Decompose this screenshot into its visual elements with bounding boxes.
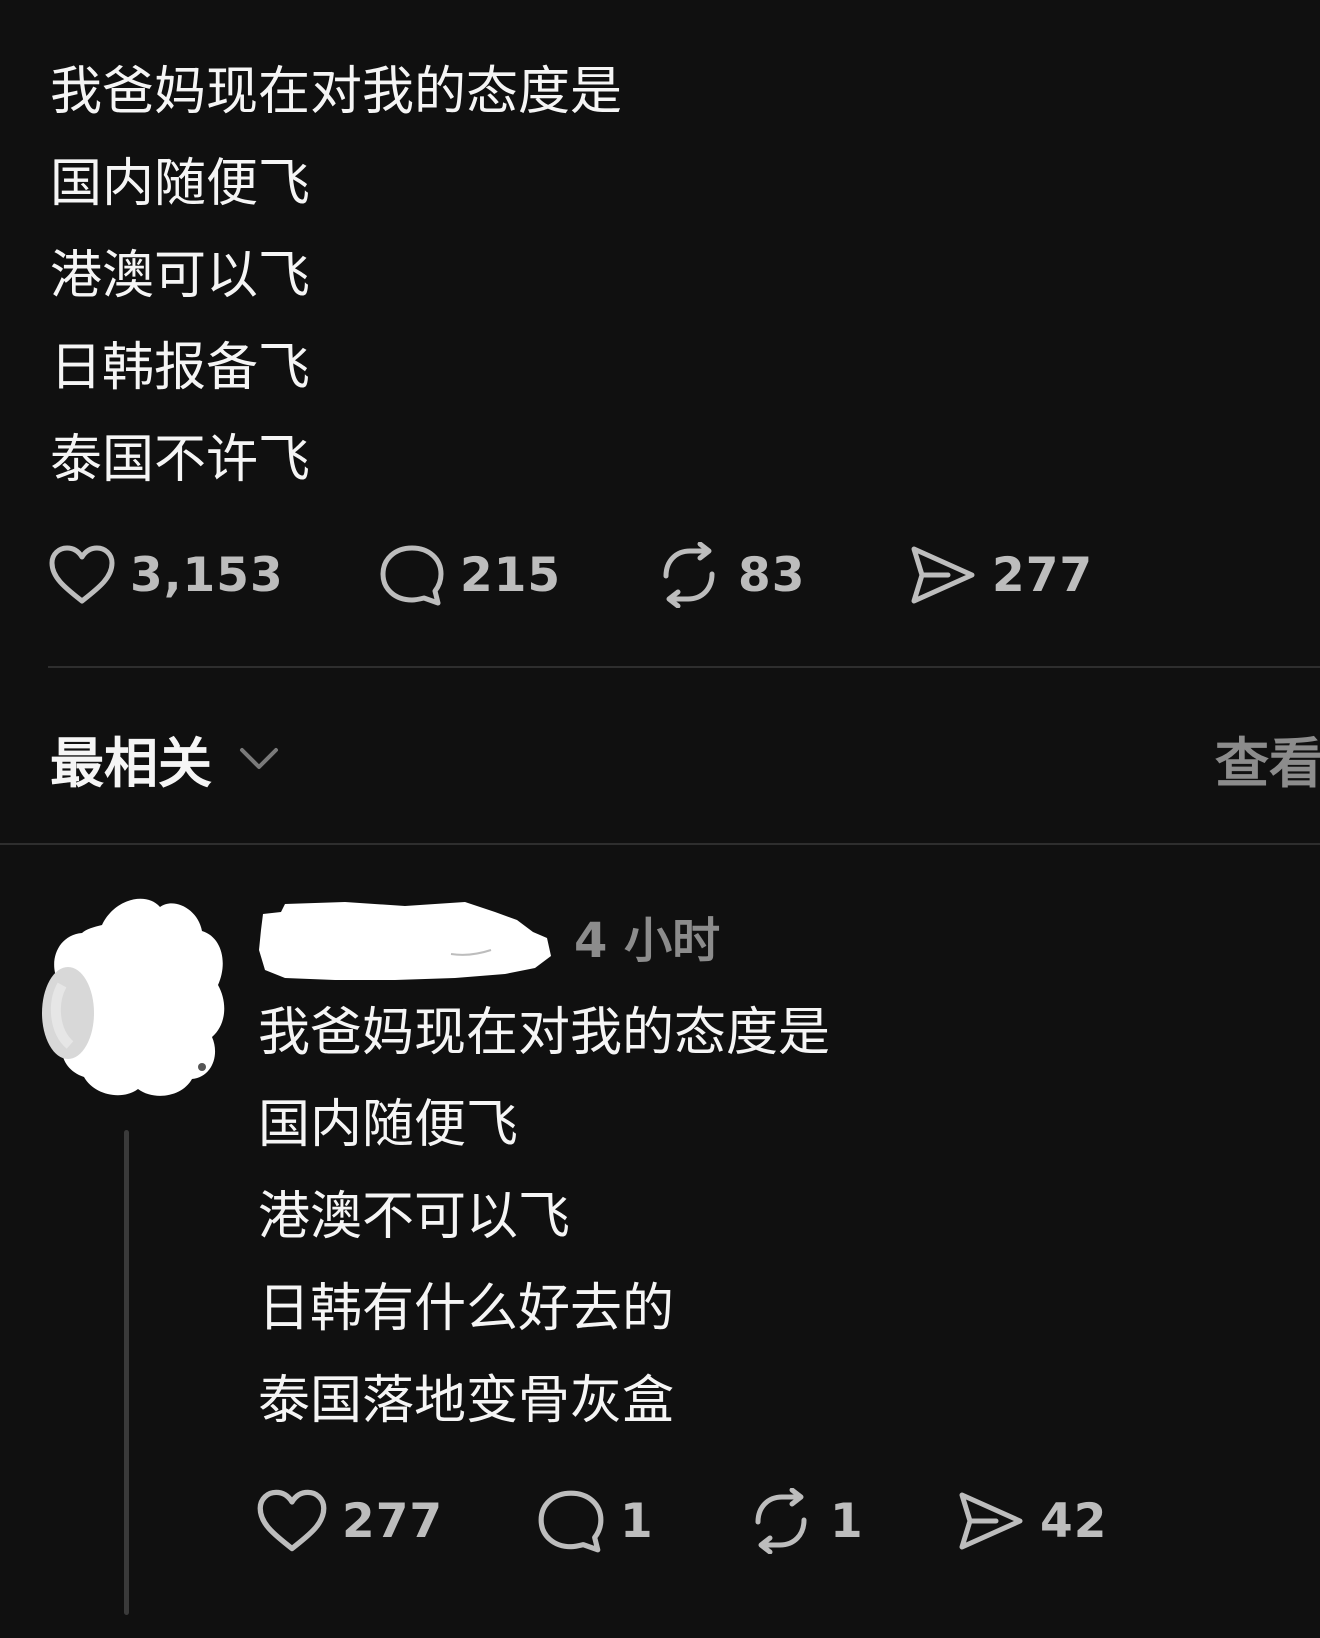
thread-line [124,1130,129,1615]
post-line: 国内随便飞 [50,154,311,214]
reply-line: 日韩有什么好去的 [258,1279,675,1339]
repost-count: 83 [738,547,806,603]
post-line: 我爸妈现在对我的态度是 [50,62,623,122]
reply-repost-count: 1 [830,1493,864,1549]
share-button[interactable]: 277 [908,540,1093,610]
reply-body: 我爸妈现在对我的态度是 国内随便飞 港澳不可以飞 日韩有什么好去的 泰国落地变骨… [258,987,830,1447]
avatar[interactable] [42,885,228,1101]
reply-actions: 277 1 1 42 [256,1486,1156,1556]
post-line: 泰国不许飞 [50,430,311,490]
reply-like-button[interactable]: 277 [256,1486,443,1556]
comment-button[interactable]: 215 [378,540,561,610]
comment-count: 215 [460,547,562,603]
heart-icon [49,545,115,604]
share-icon [911,546,975,604]
repost-icon [663,542,715,608]
reply-share-count: 42 [1040,1493,1108,1549]
post-body: 我爸妈现在对我的态度是 国内随便飞 港澳可以飞 日韩报备飞 泰国不许飞 [50,46,622,506]
like-count: 3,153 [130,547,284,603]
share-icon [959,1492,1023,1550]
divider [48,666,1320,668]
reply-comment-button[interactable]: 1 [536,1486,654,1556]
post-line: 港澳可以飞 [50,246,311,306]
share-count: 277 [992,547,1094,603]
reply-timestamp: 4 小时 [574,913,721,969]
repost-icon [755,1488,807,1554]
reply-line: 国内随便飞 [258,1095,519,1155]
reply-share-button[interactable]: 42 [956,1486,1107,1556]
like-button[interactable]: 3,153 [48,540,284,610]
comment-icon [538,1490,604,1553]
redacted-username[interactable] [255,898,557,982]
view-activity-link[interactable]: 查看 [1215,718,1320,798]
sort-label: 最相关 [50,731,212,795]
reply-line: 港澳不可以飞 [258,1187,571,1247]
reply-repost-button[interactable]: 1 [746,1486,864,1556]
repost-button[interactable]: 83 [654,540,805,610]
comment-icon [380,545,444,606]
reply-like-count: 277 [342,1493,444,1549]
heart-icon [257,1489,327,1552]
reply-line: 泰国落地变骨灰盒 [258,1371,675,1431]
chevron-down-icon [240,748,278,769]
reply-comment-count: 1 [620,1493,654,1549]
sort-dropdown[interactable]: 最相关 [50,718,284,798]
divider [0,843,1320,845]
post-actions: 3,153 215 83 277 [48,540,1148,610]
reply-line: 我爸妈现在对我的态度是 [258,1003,831,1063]
post-line: 日韩报备飞 [50,338,311,398]
